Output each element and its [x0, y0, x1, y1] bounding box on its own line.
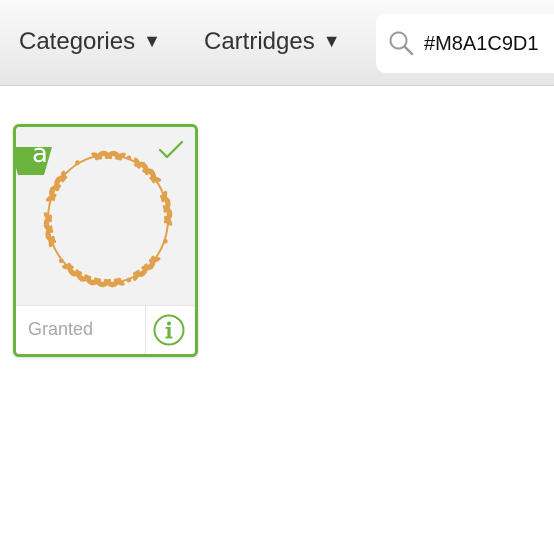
divider [145, 306, 146, 354]
search-box[interactable] [376, 14, 554, 73]
search-icon [389, 31, 414, 56]
access-badge-letter: a [32, 139, 48, 169]
image-card[interactable]: a Granted [13, 124, 198, 357]
cartridges-dropdown[interactable]: Cartridges ▼ [204, 26, 341, 59]
search-input[interactable] [424, 28, 554, 60]
chevron-down-icon: ▼ [322, 31, 341, 51]
status-label: Granted [28, 319, 94, 339]
info-icon[interactable] [153, 314, 185, 346]
categories-label: Categories [19, 28, 136, 55]
card-footer: Granted [16, 305, 195, 354]
checkmark-icon [158, 140, 184, 159]
top-toolbar: Categories ▼ Cartridges ▼ [0, 0, 554, 86]
image-thumbnail[interactable]: a [16, 127, 195, 305]
cartridges-label: Cartridges [204, 28, 315, 55]
categories-dropdown[interactable]: Categories ▼ [19, 26, 161, 59]
chevron-down-icon: ▼ [143, 31, 161, 51]
